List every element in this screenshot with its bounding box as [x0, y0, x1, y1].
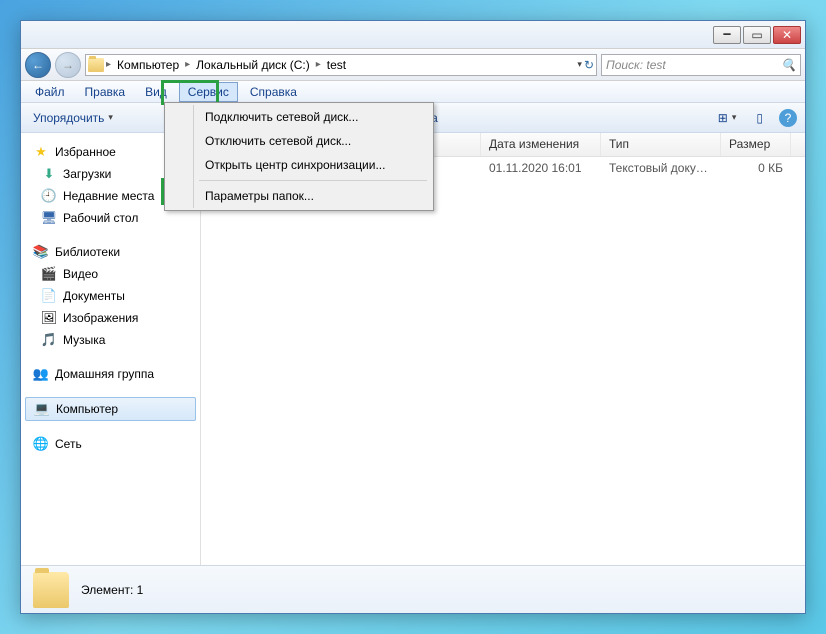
star-icon: ★	[33, 144, 49, 160]
folder-icon	[33, 572, 69, 608]
clock-icon: 🕘	[41, 188, 57, 204]
sidebar-network[interactable]: 🌐 Сеть	[21, 433, 200, 455]
sidebar-item-label: Документы	[63, 289, 125, 303]
preview-icon: ▯	[756, 111, 763, 125]
forward-icon: →	[62, 58, 74, 72]
menu-separator	[199, 180, 427, 181]
libraries-icon: 📚	[33, 244, 49, 260]
sidebar-item-label: Избранное	[55, 145, 116, 159]
breadcrumb[interactable]: Локальный диск (C:)	[192, 56, 314, 74]
sidebar-item-pictures[interactable]: 🖼 Изображения	[21, 307, 200, 329]
help-icon: ?	[785, 111, 792, 125]
sidebar-item-label: Компьютер	[56, 402, 118, 416]
sidebar-item-label: Недавние места	[63, 189, 154, 203]
chevron-down-icon: ▾	[732, 112, 737, 123]
sidebar-libraries[interactable]: 📚 Библиотеки	[21, 241, 200, 263]
sidebar-item-label: Рабочий стол	[63, 211, 138, 225]
close-button[interactable]: ✕	[773, 26, 801, 44]
menubar: Файл Правка Вид Сервис Справка	[21, 81, 805, 103]
menu-item-sync-center[interactable]: Открыть центр синхронизации...	[195, 153, 431, 177]
menu-edit[interactable]: Правка	[77, 83, 134, 101]
desktop-icon: 🖥	[41, 210, 57, 226]
forward-button[interactable]: →	[55, 52, 81, 78]
homegroup-icon: 👥	[33, 366, 49, 382]
network-icon: 🌐	[33, 436, 49, 452]
menu-item-map-drive[interactable]: Подключить сетевой диск...	[195, 105, 431, 129]
cell-size: 0 КБ	[721, 159, 791, 177]
minimize-icon: 🗕	[723, 24, 732, 45]
close-icon: ✕	[782, 28, 792, 42]
sidebar-homegroup[interactable]: 👥 Домашняя группа	[21, 363, 200, 385]
titlebar: 🗕 ▭ ✕	[21, 21, 805, 49]
sidebar-item-label: Библиотеки	[55, 245, 120, 259]
chevron-right-icon: ▸	[106, 59, 111, 70]
sidebar-item-label: Изображения	[63, 311, 138, 325]
download-icon: ⬇	[41, 166, 57, 182]
document-icon: 📄	[41, 288, 57, 304]
menu-view[interactable]: Вид	[137, 83, 175, 101]
back-icon: ←	[32, 58, 44, 72]
music-icon: 🎵	[41, 332, 57, 348]
view-options-button[interactable]: ⊞ ▾	[714, 109, 741, 127]
sidebar-item-music[interactable]: 🎵 Музыка	[21, 329, 200, 351]
help-button[interactable]: ?	[779, 109, 797, 127]
search-input[interactable]: Поиск: test 🔍	[601, 54, 801, 76]
sidebar-item-label: Музыка	[63, 333, 105, 347]
video-icon: 🎬	[41, 266, 57, 282]
statusbar: Элемент: 1	[21, 565, 805, 613]
menu-item-folder-options[interactable]: Параметры папок...	[195, 184, 431, 208]
view-icon: ⊞	[718, 111, 728, 125]
sidebar-computer[interactable]: 💻 Компьютер	[25, 397, 196, 421]
cell-date: 01.11.2020 16:01	[481, 159, 601, 177]
sidebar-item-videos[interactable]: 🎬 Видео	[21, 263, 200, 285]
chevron-down-icon: ▾	[108, 112, 113, 123]
status-text: Элемент: 1	[81, 583, 143, 597]
column-type[interactable]: Тип	[601, 133, 721, 156]
menu-tools[interactable]: Сервис	[179, 82, 238, 102]
search-icon: 🔍	[781, 58, 796, 72]
back-button[interactable]: ←	[25, 52, 51, 78]
maximize-icon: ▭	[751, 28, 762, 42]
breadcrumb[interactable]: Компьютер	[113, 56, 183, 74]
menu-item-disconnect-drive[interactable]: Отключить сетевой диск...	[195, 129, 431, 153]
navbar: ← → ▸ Компьютер ▸ Локальный диск (C:) ▸ …	[21, 49, 805, 81]
sidebar-item-label: Домашняя группа	[55, 367, 154, 381]
refresh-button[interactable]: ↻	[584, 58, 594, 72]
menu-help[interactable]: Справка	[242, 83, 305, 101]
chevron-down-icon[interactable]: ▾	[577, 59, 582, 70]
minimize-button[interactable]: 🗕	[713, 26, 741, 44]
sidebar-item-label: Сеть	[55, 437, 82, 451]
column-size[interactable]: Размер	[721, 133, 791, 156]
preview-pane-button[interactable]: ▯	[752, 109, 767, 127]
computer-icon: 💻	[34, 401, 50, 417]
chevron-right-icon: ▸	[316, 59, 321, 70]
address-bar[interactable]: ▸ Компьютер ▸ Локальный диск (C:) ▸ test…	[85, 54, 597, 76]
tools-dropdown: Подключить сетевой диск... Отключить сет…	[164, 102, 434, 211]
breadcrumb[interactable]: test	[323, 56, 350, 74]
chevron-right-icon: ▸	[185, 59, 190, 70]
cell-type: Текстовый докум...	[601, 159, 721, 177]
maximize-button[interactable]: ▭	[743, 26, 771, 44]
picture-icon: 🖼	[41, 310, 57, 326]
search-placeholder: Поиск: test	[606, 58, 666, 72]
organize-button[interactable]: Упорядочить ▾	[29, 109, 117, 127]
sidebar-item-label: Загрузки	[63, 167, 111, 181]
column-date[interactable]: Дата изменения	[481, 133, 601, 156]
menu-file[interactable]: Файл	[27, 83, 73, 101]
folder-icon	[88, 57, 104, 73]
sidebar-item-label: Видео	[63, 267, 98, 281]
organize-label: Упорядочить	[33, 111, 104, 125]
sidebar-item-documents[interactable]: 📄 Документы	[21, 285, 200, 307]
